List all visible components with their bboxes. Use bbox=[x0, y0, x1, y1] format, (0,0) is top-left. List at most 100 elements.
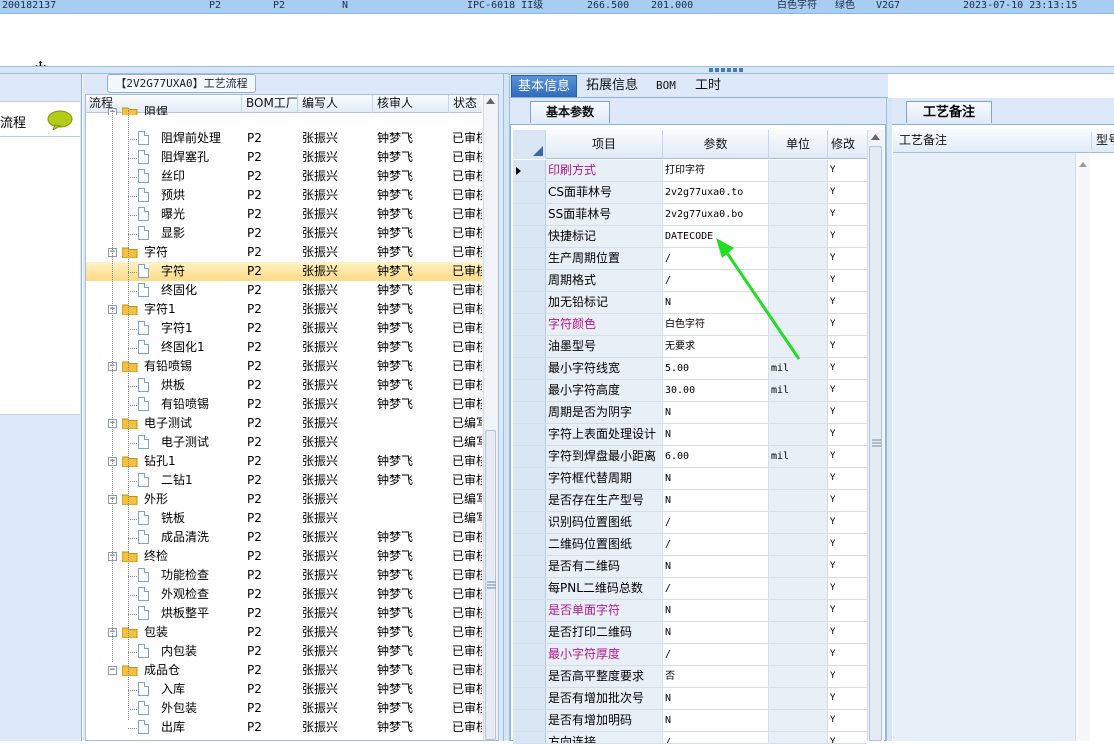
tree-step-row[interactable]: 入库 P2 张振兴 钟梦飞 已审核 bbox=[86, 680, 482, 699]
horizontal-splitter[interactable] bbox=[0, 66, 1114, 74]
param-row[interactable]: 是否高平整度要求否 Y bbox=[513, 666, 867, 688]
row-indicator[interactable] bbox=[513, 160, 546, 181]
tab-process-notes[interactable]: 工艺备注 bbox=[906, 101, 992, 123]
tree-step-row[interactable]: 外观检查 P2 张振兴 钟梦飞 已审核 bbox=[86, 585, 482, 604]
row-indicator[interactable] bbox=[513, 600, 546, 621]
notes-scrollbar[interactable] bbox=[1075, 153, 1090, 741]
tree-group-row[interactable]: −电子测试P2张振兴已编写 bbox=[86, 414, 482, 433]
scroll-up-icon[interactable] bbox=[871, 133, 880, 141]
param-value[interactable]: 2v2g77uxa0.to bbox=[663, 182, 769, 203]
row-indicator[interactable] bbox=[513, 336, 546, 357]
param-row[interactable]: 识别码位置图纸 / Y bbox=[513, 512, 867, 534]
param-value[interactable]: 否 bbox=[663, 666, 769, 687]
tree-group-row[interactable]: − 成品仓 P2 张振兴 钟梦飞 已审核 bbox=[86, 661, 482, 680]
top-data-row[interactable]: 200182137 P2 P2 N IPC-6018 II级 266.500 2… bbox=[0, 0, 1114, 14]
tree-step-row[interactable]: 成品清洗 P2 张振兴 钟梦飞 已审核 bbox=[86, 528, 482, 547]
tree-group-row[interactable]: −包装P2张振兴钟梦飞已审核 bbox=[86, 623, 482, 642]
tree-step-row[interactable]: 显影 P2 张振兴 钟梦飞 已审核 bbox=[86, 224, 482, 243]
param-value[interactable]: / bbox=[663, 578, 769, 599]
tree-step-row[interactable]: 烘板 P2 张振兴 钟梦飞 已审核 bbox=[86, 376, 482, 395]
tree-group-row[interactable]: −有铅喷锡P2张振兴钟梦飞已审核 bbox=[86, 357, 482, 376]
tree-step-row[interactable]: 功能检查 P2 张振兴 钟梦飞 已审核 bbox=[86, 566, 482, 585]
param-row[interactable]: 油墨型号 无要求 Y bbox=[513, 336, 867, 358]
param-row[interactable]: 最小字符厚度 / Y bbox=[513, 644, 867, 666]
tree-group-row[interactable]: −钻孔1P2张振兴钟梦飞已审核 bbox=[86, 452, 482, 471]
row-indicator[interactable] bbox=[513, 644, 546, 665]
tree-step-row[interactable]: 出库 P2 张振兴 钟梦飞 已审核 bbox=[86, 718, 482, 737]
row-indicator[interactable] bbox=[513, 710, 546, 731]
row-indicator[interactable] bbox=[513, 732, 546, 743]
param-value[interactable]: N bbox=[663, 710, 769, 731]
param-value[interactable]: 2v2g77uxa0.bo bbox=[663, 204, 769, 225]
notes-list[interactable] bbox=[893, 153, 1090, 741]
row-indicator[interactable] bbox=[513, 556, 546, 577]
row-indicator[interactable] bbox=[513, 688, 546, 709]
row-indicator[interactable] bbox=[513, 534, 546, 555]
row-indicator[interactable] bbox=[513, 446, 546, 467]
param-value[interactable]: N bbox=[663, 424, 769, 445]
param-row[interactable]: 印刷方式 打印字符 Y bbox=[513, 160, 867, 182]
param-value[interactable]: 30.00 bbox=[663, 380, 769, 401]
tree-step-row[interactable]: 外包装 P2 张振兴 钟梦飞 已审核 bbox=[86, 699, 482, 718]
param-value[interactable]: N bbox=[663, 688, 769, 709]
row-indicator[interactable] bbox=[513, 490, 546, 511]
notes-col-remark[interactable]: 工艺备注 bbox=[896, 132, 1092, 150]
collapse-toggle-icon[interactable]: − bbox=[108, 666, 117, 675]
param-row[interactable]: 是否单面字符 N Y bbox=[513, 600, 867, 622]
row-indicator[interactable] bbox=[513, 270, 546, 291]
tree-step-row[interactable]: 阻焊塞孔 P2 张振兴 钟梦飞 已审核 bbox=[86, 148, 482, 167]
param-value[interactable]: N bbox=[663, 600, 769, 621]
param-row[interactable]: 周期是否为阴字 N Y bbox=[513, 402, 867, 424]
grid-col-item[interactable]: 项目 bbox=[546, 130, 663, 159]
param-row[interactable]: 字符颜色 白色字符 Y bbox=[513, 314, 867, 336]
param-value[interactable]: 打印字符 bbox=[663, 160, 769, 181]
scroll-up-icon[interactable] bbox=[1079, 161, 1087, 168]
param-row[interactable]: 字符上表面处理设计 N Y bbox=[513, 424, 867, 446]
speech-bubble-icon[interactable] bbox=[47, 110, 73, 130]
tab-basic-info[interactable]: 基本信息 bbox=[511, 75, 578, 97]
param-row[interactable]: 是否有增加批次号 N Y bbox=[513, 688, 867, 710]
row-indicator[interactable] bbox=[513, 622, 546, 643]
row-indicator[interactable] bbox=[513, 292, 546, 313]
param-value[interactable]: / bbox=[663, 644, 769, 665]
row-indicator[interactable] bbox=[513, 380, 546, 401]
tree-group-row[interactable]: −终检P2张振兴钟梦飞已审核 bbox=[86, 547, 482, 566]
tree-step-row[interactable]: 曝光 P2 张振兴 钟梦飞 已审核 bbox=[86, 205, 482, 224]
param-row[interactable]: 是否有二维码 N Y bbox=[513, 556, 867, 578]
row-indicator[interactable] bbox=[513, 512, 546, 533]
param-row[interactable]: 方向连接 / Y bbox=[513, 732, 867, 744]
tree-step-row[interactable]: 丝印 P2 张振兴 钟梦飞 已审核 bbox=[86, 167, 482, 186]
param-value[interactable]: N bbox=[663, 556, 769, 577]
left-panel-header[interactable]: 流程 bbox=[0, 101, 80, 137]
row-indicator[interactable] bbox=[513, 424, 546, 445]
row-indicator[interactable] bbox=[513, 182, 546, 203]
param-value[interactable]: N bbox=[663, 468, 769, 489]
tree-group-row[interactable]: −字符1P2张振兴钟梦飞已审核 bbox=[86, 300, 482, 319]
row-indicator[interactable] bbox=[513, 358, 546, 379]
row-indicator[interactable] bbox=[513, 468, 546, 489]
tree-step-row[interactable]: 字符1 P2 张振兴 钟梦飞 已审核 bbox=[86, 319, 482, 338]
param-row[interactable]: 是否有增加明码 N Y bbox=[513, 710, 867, 732]
tree-step-row[interactable]: 烘板整平 P2 张振兴 钟梦飞 已审核 bbox=[86, 604, 482, 623]
param-row[interactable]: 加无铅标记 N Y bbox=[513, 292, 867, 314]
param-value[interactable]: / bbox=[663, 534, 769, 555]
row-indicator[interactable] bbox=[513, 248, 546, 269]
row-indicator[interactable] bbox=[513, 666, 546, 687]
param-row[interactable]: 是否存在生产型号 N Y bbox=[513, 490, 867, 512]
tree-step-row[interactable]: 预烘 P2 张振兴 钟梦飞 已审核 bbox=[86, 186, 482, 205]
param-row[interactable]: SS面菲林号 2v2g77uxa0.bo Y bbox=[513, 204, 867, 226]
param-value[interactable]: / bbox=[663, 732, 769, 743]
row-indicator[interactable] bbox=[513, 226, 546, 247]
vertical-splitter[interactable] bbox=[503, 74, 510, 741]
tree-group-row[interactable]: − 阻焊 bbox=[86, 103, 482, 115]
row-indicator[interactable] bbox=[513, 578, 546, 599]
grid-col-value[interactable]: 参数 bbox=[663, 130, 769, 159]
tree-step-row[interactable]: 二钻1 P2 张振兴 钟梦飞 已审核 bbox=[86, 471, 482, 490]
param-row[interactable]: CS面菲林号 2v2g77uxa0.to Y bbox=[513, 182, 867, 204]
tree-step-row[interactable]: 字符 P2 张振兴 钟梦飞 已审核 bbox=[86, 262, 482, 281]
param-value[interactable]: 6.00 bbox=[663, 446, 769, 467]
grid-scroll-thumb[interactable] bbox=[869, 146, 882, 741]
param-row[interactable]: 生产周期位置 / Y bbox=[513, 248, 867, 270]
tree-step-row[interactable]: 阻焊前处理 P2 张振兴 钟梦飞 已审核 bbox=[86, 129, 482, 148]
row-indicator[interactable] bbox=[513, 314, 546, 335]
